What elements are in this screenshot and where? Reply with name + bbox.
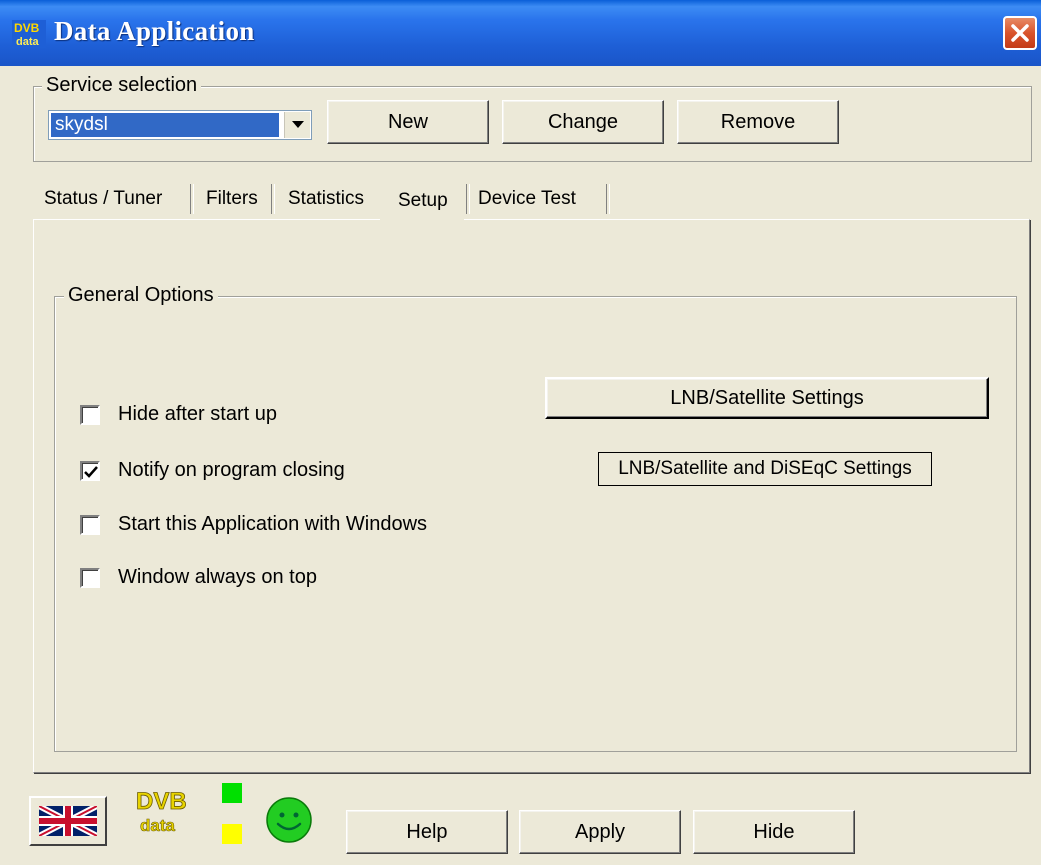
- tab-statistics[interactable]: Statistics: [288, 180, 364, 220]
- smiley-icon: [266, 797, 312, 843]
- tab-separator: [606, 184, 610, 214]
- svg-text:DVB: DVB: [14, 21, 40, 35]
- checkbox-box[interactable]: [80, 405, 100, 425]
- service-select[interactable]: skydsl: [48, 110, 312, 140]
- close-icon: [1011, 24, 1029, 42]
- checkmark-icon: [84, 466, 98, 478]
- change-button[interactable]: Change: [502, 100, 664, 144]
- help-button-label: Help: [406, 821, 448, 843]
- title-bar[interactable]: DVB data Data Application: [0, 0, 1041, 66]
- hide-button-label: Hide: [753, 821, 795, 843]
- tab-separator: [466, 184, 470, 214]
- general-options-legend: General Options: [64, 284, 218, 307]
- close-button[interactable]: [1003, 16, 1037, 50]
- svg-text:data: data: [140, 816, 176, 835]
- diseqc-button-label: LNB/Satellite and DiSEqC Settings: [618, 458, 912, 479]
- checkbox-label: Window always on top: [118, 566, 317, 588]
- checkbox-label: Hide after start up: [118, 403, 277, 425]
- checkbox-label: Notify on program closing: [118, 459, 345, 481]
- svg-text:DVB: DVB: [136, 788, 187, 815]
- hide-button[interactable]: Hide: [693, 810, 855, 854]
- uk-flag-icon: [39, 806, 97, 836]
- tab-setup[interactable]: Setup: [398, 182, 448, 222]
- dropdown-button[interactable]: [284, 112, 310, 138]
- service-select-value: skydsl: [51, 113, 279, 137]
- checkbox-box[interactable]: [80, 515, 100, 535]
- checkbox-label: Start this Application with Windows: [118, 513, 428, 535]
- checkbox-box[interactable]: [80, 568, 100, 588]
- status-led-yellow: [222, 824, 242, 844]
- tab-separator: [190, 184, 194, 214]
- tab-device-test[interactable]: Device Test: [478, 180, 576, 220]
- new-button[interactable]: New: [327, 100, 489, 144]
- help-button[interactable]: Help: [346, 810, 508, 854]
- svg-text:data: data: [16, 36, 40, 48]
- apply-button[interactable]: Apply: [519, 810, 681, 854]
- remove-button[interactable]: Remove: [677, 100, 839, 144]
- dvb-app-icon: DVB data: [12, 20, 46, 48]
- tab-status-tuner[interactable]: Status / Tuner: [44, 180, 162, 220]
- tab-separator: [271, 184, 275, 214]
- service-selection-legend: Service selection: [42, 74, 202, 97]
- change-button-label: Change: [547, 111, 619, 133]
- lnb-diseqc-settings-button[interactable]: LNB/Satellite and DiSEqC Settings: [598, 452, 932, 486]
- chevron-down-icon: [292, 121, 304, 128]
- lnb-satellite-settings-button[interactable]: LNB/Satellite Settings: [545, 377, 989, 419]
- window-title: Data Application: [54, 16, 255, 46]
- status-led-green: [222, 783, 242, 803]
- app-window: DVB data Data Application Service select…: [0, 0, 1041, 865]
- remove-button-label: Remove: [720, 111, 796, 133]
- tab-filters[interactable]: Filters: [206, 180, 258, 220]
- apply-button-label: Apply: [574, 821, 626, 843]
- language-button[interactable]: [29, 796, 107, 846]
- checkbox-box[interactable]: [80, 461, 100, 481]
- dvb-data-logo: DVB data: [136, 788, 187, 836]
- lnb-button-label: LNB/Satellite Settings: [670, 387, 864, 409]
- new-button-label: New: [387, 111, 428, 133]
